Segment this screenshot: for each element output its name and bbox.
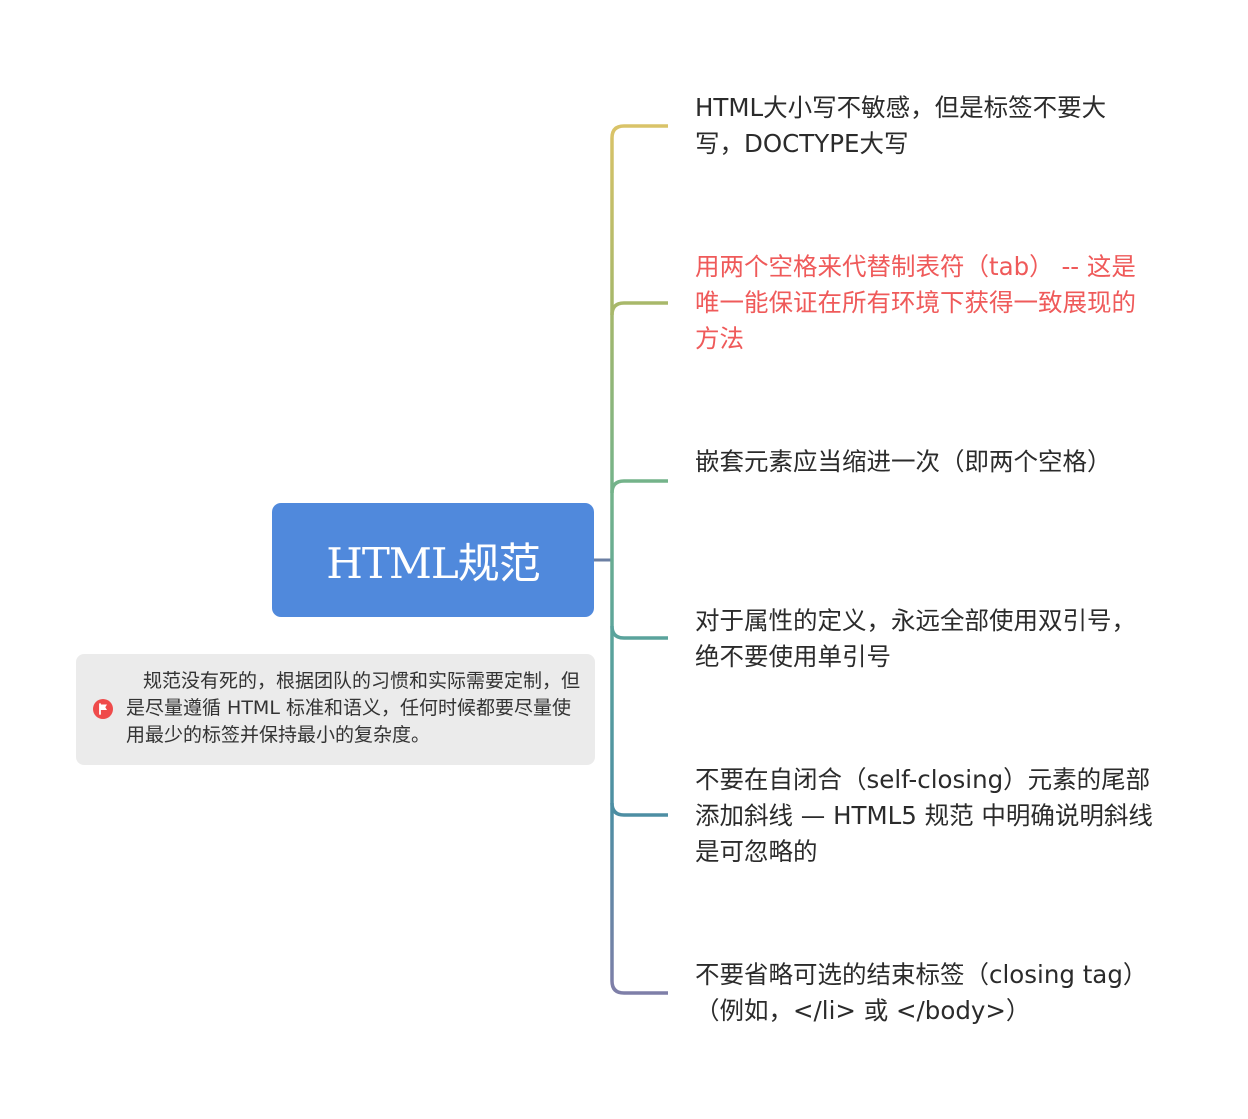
root-node[interactable]: HTML规范 [272, 503, 594, 617]
branch-item-5[interactable]: 不要在自闭合（self-closing）元素的尾部添加斜线 — HTML5 规范… [695, 762, 1155, 870]
note-text: 规范没有死的，根据团队的习惯和实际需要定制，但是尽量遵循 HTML 标准和语义，… [126, 670, 581, 746]
branch-item-3[interactable]: 嵌套元素应当缩进一次（即两个空格） [695, 444, 1155, 480]
branch-connector-4 [610, 625, 668, 640]
branch-connector-1 [610, 124, 668, 139]
branch-item-1[interactable]: HTML大小写不敏感，但是标签不要大写，DOCTYPE大写 [695, 90, 1155, 162]
branch-connector-3 [610, 479, 668, 494]
branch-item-4[interactable]: 对于属性的定义，永远全部使用双引号，绝不要使用单引号 [695, 603, 1155, 675]
branch-connector-5 [610, 802, 668, 817]
branch-item-2[interactable]: 用两个空格来代替制表符（tab） -- 这是唯一能保证在所有环境下获得一致展现的… [695, 249, 1155, 357]
note-box[interactable]: 规范没有死的，根据团队的习惯和实际需要定制，但是尽量遵循 HTML 标准和语义，… [76, 654, 595, 765]
branch-connector-2 [610, 301, 668, 316]
connector-lines [594, 124, 668, 995]
root-title: HTML规范 [326, 538, 541, 588]
flag-icon [93, 699, 113, 719]
branch-connector-6 [610, 980, 668, 995]
branch-item-6[interactable]: 不要省略可选的结束标签（closing tag）（例如，</li> 或 </bo… [695, 957, 1155, 1029]
